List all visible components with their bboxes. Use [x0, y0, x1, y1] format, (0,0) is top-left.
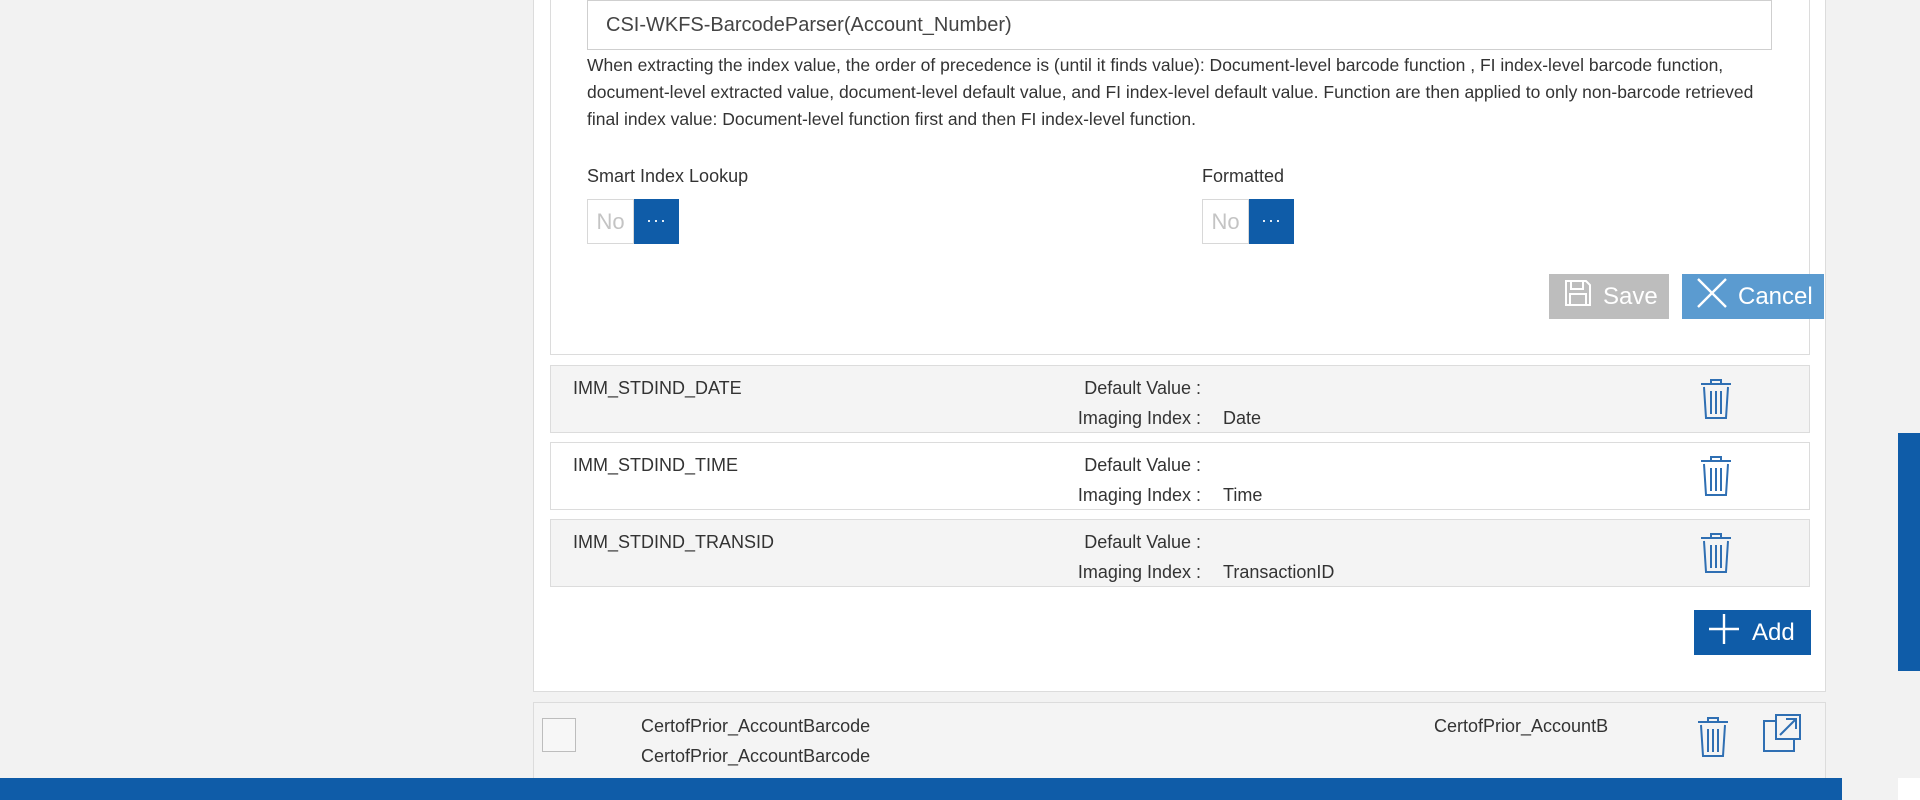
trash-icon[interactable] [1699, 532, 1733, 574]
trash-icon[interactable] [1696, 716, 1730, 758]
close-x-icon [1696, 277, 1738, 316]
default-value-label: Default Value : [1084, 532, 1201, 552]
default-value-label: Default Value : [1084, 378, 1201, 398]
formatted-button[interactable]: ··· [1249, 199, 1294, 244]
smart-index-lookup-label: Smart Index Lookup [587, 166, 749, 186]
trash-icon[interactable] [1699, 378, 1733, 420]
index-row-name: IMM_STDIND_TIME [573, 455, 739, 475]
imaging-index-label: Imaging Index : [1077, 562, 1201, 582]
formatted-selector: No ··· [1202, 199, 1294, 244]
footer-bar [0, 778, 1842, 800]
index-row-name: IMM_STDIND_DATE [573, 378, 742, 398]
cancel-label: Cancel [1738, 282, 1813, 310]
list-item-name: CertofPrior_AccountBarcode [641, 716, 871, 736]
list-item-description: CertofPrior_AccountBarcode [641, 746, 871, 766]
corner-block [1898, 778, 1920, 800]
index-row-name: IMM_STDIND_TRANSID [573, 532, 775, 552]
save-button[interactable]: Save [1549, 274, 1669, 319]
external-link-icon[interactable] [1762, 713, 1802, 753]
save-label: Save [1603, 282, 1658, 310]
side-panel-tab[interactable] [1898, 433, 1920, 671]
trash-icon[interactable] [1699, 455, 1733, 497]
imaging-index-value: TransactionID [1223, 562, 1335, 582]
select-checkbox[interactable] [542, 718, 576, 752]
index-row: IMM_STDIND_TIME Default Value : Imaging … [550, 442, 1810, 510]
edit-panel: When extracting the index value, the ord… [533, 0, 1826, 692]
page: When extracting the index value, the ord… [0, 0, 1920, 800]
imaging-index-label: Imaging Index : [1077, 408, 1201, 428]
imaging-index-label: Imaging Index : [1077, 485, 1201, 505]
list-item-short-name: CertofPrior_AccountB [1434, 716, 1609, 736]
add-button[interactable]: Add [1694, 610, 1811, 655]
smart-index-lookup-button[interactable]: ··· [634, 199, 679, 244]
plus-icon [1708, 613, 1752, 652]
function-input[interactable] [587, 0, 1772, 50]
cancel-button[interactable]: Cancel [1682, 274, 1824, 319]
smart-index-lookup-selector: No ··· [587, 199, 679, 244]
precedence-help-text: When extracting the index value, the ord… [587, 55, 1754, 129]
formatted-label: Formatted [1202, 166, 1285, 186]
index-row: IMM_STDIND_DATE Default Value : Imaging … [550, 365, 1810, 433]
default-value-label: Default Value : [1084, 455, 1201, 475]
smart-index-lookup-value: No [587, 199, 634, 244]
index-row: IMM_STDIND_TRANSID Default Value : Imagi… [550, 519, 1810, 587]
index-edit-card: When extracting the index value, the ord… [550, 0, 1824, 355]
floppy-disk-icon [1563, 278, 1603, 315]
imaging-index-value: Date [1223, 408, 1262, 428]
imaging-index-value: Time [1223, 485, 1263, 505]
add-label: Add [1752, 618, 1795, 646]
formatted-value: No [1202, 199, 1249, 244]
